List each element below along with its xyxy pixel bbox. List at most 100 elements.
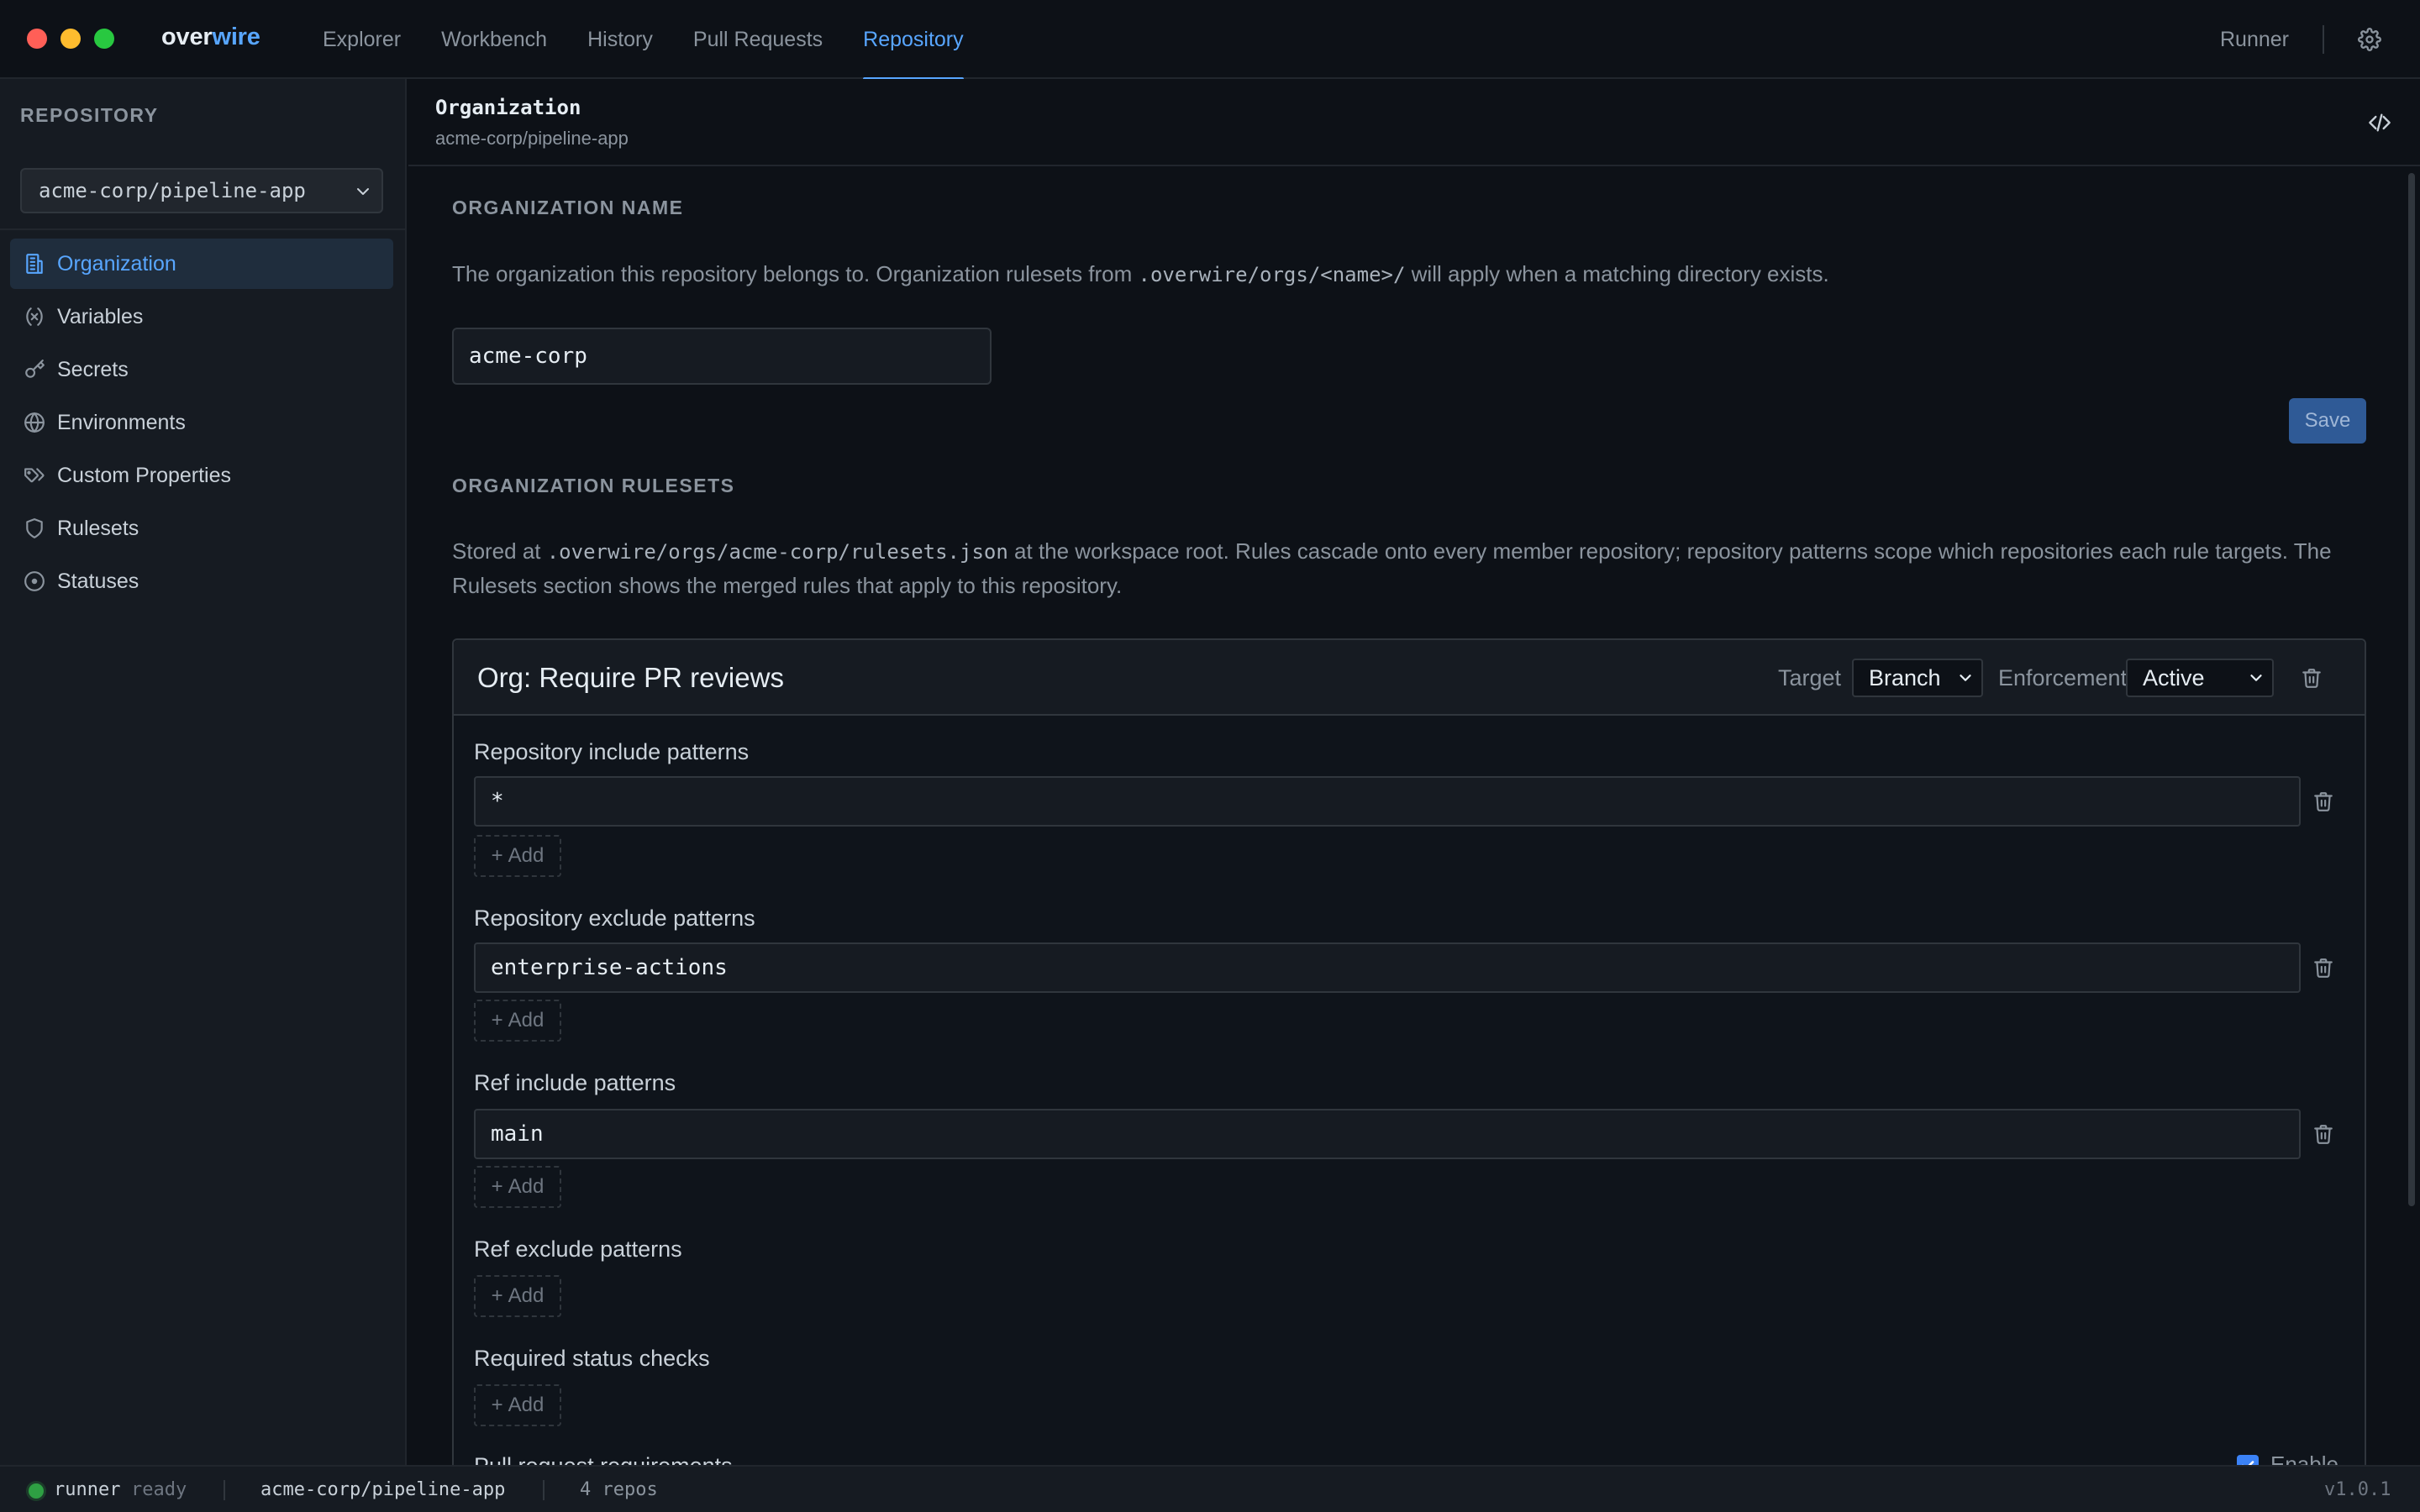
building-icon <box>26 254 43 274</box>
desc-text: will apply when a matching directory exi… <box>1405 261 1829 286</box>
plus-icon: + <box>491 1175 503 1198</box>
add-label: Add <box>508 1009 544 1032</box>
runner-name: runner <box>54 1479 121 1500</box>
remove-repo-exclude-button[interactable] <box>2311 955 2336 980</box>
org-name-input[interactable] <box>452 328 992 385</box>
ref-include-input[interactable] <box>474 1109 2301 1159</box>
page-title: Organization <box>435 96 581 119</box>
desc-text: Stored at <box>452 538 547 564</box>
pr-requirements-enable-checkbox[interactable] <box>2237 1455 2259 1465</box>
sidebar-item-custom-properties[interactable]: Custom Properties <box>10 450 393 501</box>
repo-selector[interactable]: acme-corp/pipeline-app <box>20 168 383 213</box>
maximize-window-button[interactable] <box>94 29 114 49</box>
sidebar-item-secrets[interactable]: Secrets <box>10 344 393 395</box>
code-icon <box>2369 113 2391 132</box>
desc-code: .overwire/orgs/<name>/ <box>1138 263 1406 286</box>
target-select-value: Branch <box>1869 664 1941 690</box>
runner-link[interactable]: Runner <box>2220 0 2289 79</box>
runner-state: ready <box>131 1479 187 1500</box>
save-button[interactable]: Save <box>2289 398 2366 444</box>
status-checks-label: Required status checks <box>474 1346 710 1371</box>
plus-icon: + <box>491 1284 503 1307</box>
add-ref-exclude-button[interactable]: + Add <box>474 1275 561 1317</box>
scrollbar-thumb[interactable] <box>2408 173 2415 1206</box>
desc-text: The organization this repository belongs… <box>452 261 1139 286</box>
sidebar-item-environments[interactable]: Environments <box>10 397 393 448</box>
sidebar-nav: Organization Variables Secrets Environme… <box>10 239 393 609</box>
trash-icon <box>2302 669 2321 688</box>
globe-icon <box>24 412 45 433</box>
repo-exclude-input[interactable] <box>474 942 2301 993</box>
add-status-check-button[interactable]: + Add <box>474 1384 561 1426</box>
statusbar-divider <box>543 1480 544 1500</box>
main-nav: Explorer Workbench History Pull Requests… <box>323 0 964 81</box>
key-icon <box>25 360 45 378</box>
target-label: Target <box>1778 665 1842 690</box>
ref-exclude-label: Ref exclude patterns <box>474 1236 682 1262</box>
delete-ruleset-button[interactable] <box>2299 665 2324 690</box>
ruleset-title: Org: Require PR reviews <box>477 662 784 693</box>
repo-include-input[interactable] <box>474 776 2301 827</box>
section-org-rulesets: ORGANIZATION RULESETS <box>452 475 735 496</box>
main-content: Organization acme-corp/pipeline-app ORGA… <box>408 79 2420 1465</box>
remove-ref-include-button[interactable] <box>2311 1121 2336 1147</box>
nav-history[interactable]: History <box>587 0 653 79</box>
target-select[interactable]: Branch <box>1852 659 1983 697</box>
ruleset-card: Org: Require PR reviews Target Branch En… <box>452 638 2366 1465</box>
status-bar: runner ready acme-corp/pipeline-app 4 re… <box>0 1465 2420 1512</box>
close-window-button[interactable] <box>27 29 47 49</box>
plus-icon: + <box>491 1394 503 1416</box>
logo-text-2: wire <box>212 24 260 50</box>
top-bar: overwire Explorer Workbench History Pull… <box>0 0 2420 81</box>
statusbar-repo-count: 4 repos <box>580 1479 658 1500</box>
pr-requirements-enable-label: Enable <box>2270 1452 2338 1465</box>
enforcement-select[interactable]: Active <box>2126 659 2274 697</box>
nav-repository[interactable]: Repository <box>863 0 964 81</box>
enforcement-label: Enforcement <box>1998 665 2128 690</box>
nav-pull-requests[interactable]: Pull Requests <box>693 0 823 79</box>
minimize-window-button[interactable] <box>60 29 81 49</box>
statusbar-divider <box>224 1480 225 1500</box>
sidebar-item-statuses[interactable]: Statuses <box>10 556 393 606</box>
ruleset-card-header: Org: Require PR reviews Target Branch En… <box>454 640 2365 716</box>
topbar-divider <box>2323 25 2324 54</box>
settings-button[interactable] <box>2356 26 2383 53</box>
sidebar-item-organization[interactable]: Organization <box>10 239 393 289</box>
chevron-down-icon <box>357 188 369 195</box>
section-org-name: ORGANIZATION NAME <box>452 197 684 218</box>
app-version: v1.0.1 <box>2324 1479 2391 1500</box>
trash-icon <box>2314 792 2333 811</box>
add-label: Add <box>508 1394 544 1416</box>
sidebar-item-label: Statuses <box>57 569 139 593</box>
add-repo-exclude-button[interactable]: + Add <box>474 1000 561 1042</box>
app-logo: overwire <box>161 24 260 51</box>
add-ref-include-button[interactable]: + Add <box>474 1166 561 1208</box>
logo-text-1: over <box>161 24 213 50</box>
add-repo-include-button[interactable]: + Add <box>474 835 561 877</box>
gear-icon <box>2358 28 2381 51</box>
plus-icon: + <box>491 844 503 867</box>
remove-repo-include-button[interactable] <box>2311 789 2336 814</box>
trash-icon <box>2314 958 2333 978</box>
tags-icon <box>24 468 45 483</box>
nav-workbench[interactable]: Workbench <box>441 0 547 79</box>
add-label: Add <box>508 1175 544 1198</box>
nav-explorer[interactable]: Explorer <box>323 0 401 79</box>
chevron-down-icon <box>1960 675 1971 681</box>
chevron-down-icon <box>2250 675 2262 681</box>
sidebar-heading: REPOSITORY <box>20 104 159 126</box>
sidebar-item-variables[interactable]: Variables <box>10 291 393 342</box>
check-icon <box>2242 1461 2254 1465</box>
sidebar: REPOSITORY acme-corp/pipeline-app Organi… <box>0 79 407 1465</box>
ref-include-label: Ref include patterns <box>474 1070 676 1095</box>
view-source-button[interactable] <box>2366 109 2393 136</box>
sidebar-item-rulesets[interactable]: Rulesets <box>10 503 393 554</box>
add-label: Add <box>508 844 544 867</box>
variable-icon <box>26 307 43 326</box>
circle-dot-icon <box>24 571 45 591</box>
trash-icon <box>2314 1125 2333 1144</box>
repo-selector-value: acme-corp/pipeline-app <box>39 179 306 202</box>
sidebar-item-label: Rulesets <box>57 516 139 540</box>
sidebar-item-label: Organization <box>57 251 176 276</box>
repo-include-label: Repository include patterns <box>474 739 750 764</box>
